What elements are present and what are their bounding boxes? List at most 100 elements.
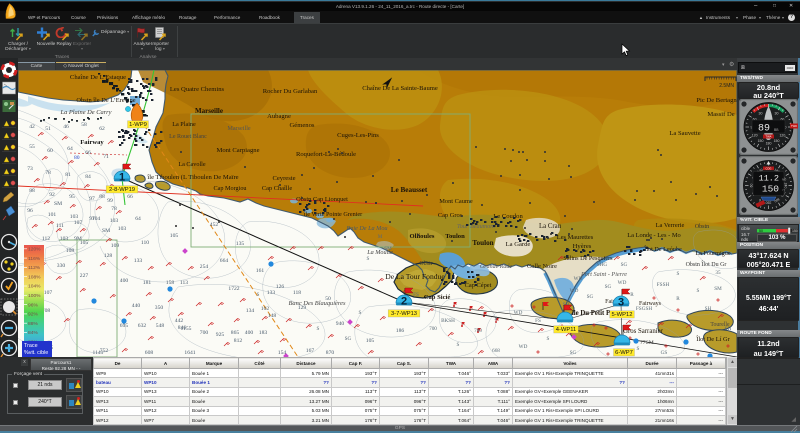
svg-text:SM: SM [384, 246, 392, 252]
svg-text:440: 440 [132, 303, 141, 309]
svg-text:4-WP11: 4-WP11 [556, 327, 577, 333]
svg-text:TWA: TWA [765, 135, 771, 139]
svg-text:2.5MN: 2.5MN [719, 83, 734, 89]
svg-text:608: 608 [145, 350, 154, 356]
svg-text:150: 150 [758, 139, 764, 143]
svg-text:Roquefort-La-Bédoule: Roquefort-La-Bédoule [296, 151, 356, 158]
svg-text:Cuges-Les-Pins: Cuges-Les-Pins [337, 132, 379, 139]
svg-text:1141: 1141 [93, 350, 104, 356]
svg-text:183: 183 [259, 330, 268, 336]
svg-text:1641: 1641 [184, 350, 195, 356]
svg-text:Fairway: Fairway [80, 139, 104, 146]
svg-text:700: 700 [429, 326, 437, 332]
svg-text:FS: FS [413, 292, 419, 298]
svg-text:Pic De Bertagne: Pic De Bertagne [696, 97, 737, 104]
svg-text:84: 84 [85, 174, 91, 180]
svg-text:île Verte Pointe Grenier: île Verte Pointe Grenier [303, 211, 362, 218]
svg-text:88: 88 [99, 194, 105, 200]
svg-text:400: 400 [245, 330, 254, 336]
svg-text:780: 780 [474, 328, 482, 334]
svg-text:R: R [630, 292, 634, 298]
svg-text:S: S [457, 342, 460, 348]
svg-text:Aubagne: Aubagne [267, 113, 291, 120]
svg-text:78: 78 [45, 170, 51, 176]
svg-text:WD: WD [574, 276, 583, 282]
svg-text:812: 812 [234, 338, 243, 344]
svg-text:30: 30 [775, 111, 779, 115]
svg-text:Port Saint - Pierre: Port Saint - Pierre [580, 271, 627, 278]
svg-text:S: S [359, 310, 362, 316]
svg-text:Grande Rade: Grande Rade [480, 264, 512, 270]
svg-text:°T: °T [782, 189, 785, 193]
svg-text:Hyères: Hyères [573, 243, 592, 250]
svg-text:La Fourmigue: La Fourmigue [695, 250, 730, 257]
svg-text:R: R [676, 296, 680, 302]
svg-text:134: 134 [246, 308, 255, 314]
svg-text:350: 350 [155, 305, 164, 311]
svg-text:548: 548 [156, 323, 165, 329]
svg-text:103: 103 [110, 218, 119, 224]
svg-text:SG: SG [345, 336, 352, 342]
svg-text:664: 664 [220, 258, 229, 264]
svg-text:120%: 120% [28, 247, 41, 253]
svg-text:9M: 9M [74, 236, 82, 242]
svg-text:150: 150 [774, 139, 780, 143]
svg-text:S: S [495, 316, 498, 322]
svg-text:Cap Sicié: Cap Sicié [424, 294, 451, 301]
svg-text:WD: WD [519, 344, 528, 350]
svg-text:81: 81 [65, 172, 71, 178]
svg-text:S: S [637, 346, 640, 352]
svg-text:Salins De Pesquiers: Salins De Pesquiers [563, 255, 613, 262]
svg-text:île Tiboulen (L Tiboulen De Ma: île Tiboulen (L Tiboulen De Maïre [146, 174, 238, 181]
svg-text:107: 107 [74, 220, 83, 226]
svg-text:S: S [367, 256, 370, 262]
svg-text:Le Rouet Blanc: Le Rouet Blanc [169, 134, 207, 140]
svg-text:FS: FS [535, 318, 541, 324]
svg-text:11.2: 11.2 [759, 174, 779, 184]
svg-text:78: 78 [111, 206, 117, 212]
svg-text:La Londe - Les - Mo: La Londe - Les - Mo [627, 232, 680, 239]
svg-text:Chaîne De La Sainte-Baume: Chaîne De La Sainte-Baume [362, 85, 438, 92]
svg-text:Cap Gros: Cap Gros [438, 212, 463, 219]
svg-text:55: 55 [29, 144, 35, 150]
svg-text:870: 870 [326, 350, 335, 356]
svg-text:SG: SG [605, 284, 612, 290]
svg-text:126: 126 [276, 284, 285, 290]
svg-text:Obstr: Obstr [419, 261, 432, 267]
svg-text:111: 111 [56, 223, 64, 229]
svg-text:103: 103 [60, 236, 69, 242]
svg-text:113: 113 [180, 280, 188, 286]
svg-text:158: 158 [166, 280, 175, 286]
svg-text:148: 148 [268, 313, 277, 319]
svg-text:64: 64 [135, 216, 141, 222]
svg-text:64: 64 [67, 146, 73, 152]
svg-text:Îlot De Lí Gr: Îlot De Lí Gr [696, 335, 730, 343]
svg-text:3-7-WP13: 3-7-WP13 [391, 311, 417, 317]
svg-text:5-WP12: 5-WP12 [612, 312, 633, 318]
svg-text:92%: 92% [28, 312, 38, 318]
svg-text:95: 95 [69, 194, 75, 200]
svg-text:108%: 108% [28, 274, 41, 280]
svg-text:105: 105 [170, 233, 179, 239]
svg-text:SM: SM [54, 201, 62, 207]
svg-text:30: 30 [759, 111, 763, 115]
svg-text:668: 668 [492, 348, 500, 354]
svg-text:La Plaine De Carry: La Plaine De Carry [60, 109, 112, 116]
svg-text:Obstn Îlot Du Gr: Obstn Îlot Du Gr [686, 260, 727, 268]
svg-text:104%: 104% [28, 284, 41, 290]
svg-text:La Crau: La Crau [539, 223, 562, 230]
svg-text:Chaîne De L’Estaque: Chaîne De L’Estaque [70, 74, 126, 81]
svg-text:SM: SM [102, 228, 110, 234]
svg-text:La Sauvette: La Sauvette [669, 130, 700, 137]
svg-text:133: 133 [134, 258, 143, 264]
svg-text:108: 108 [66, 248, 75, 254]
svg-text:Marseille: Marseille [195, 107, 223, 115]
svg-text:102: 102 [261, 306, 270, 312]
svg-text:La Cavolle: La Cavolle [178, 161, 206, 168]
svg-text:865: 865 [231, 330, 240, 336]
svg-text:186: 186 [396, 328, 405, 334]
svg-text:35: 35 [715, 270, 721, 276]
svg-text:6-WP7: 6-WP7 [615, 350, 633, 356]
svg-text:Cap Morgiou: Cap Morgiou [213, 185, 246, 192]
svg-text:Rocher Du Garlaban: Rocher Du Garlaban [263, 88, 318, 95]
